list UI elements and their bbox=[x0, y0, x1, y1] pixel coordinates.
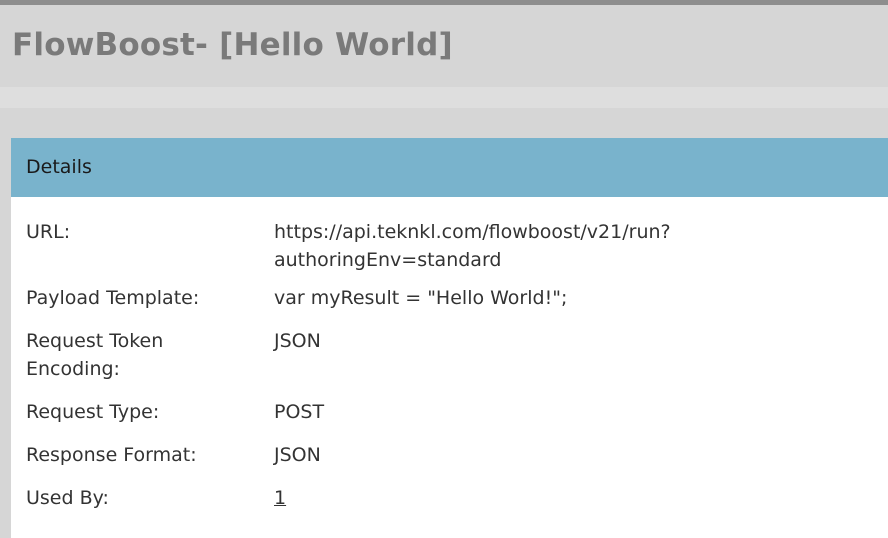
detail-label-request-token-encoding-line2: Encoding: bbox=[26, 358, 120, 380]
detail-value-request-type: POST bbox=[274, 401, 325, 423]
detail-row-response-format: Response Format: JSON bbox=[11, 441, 888, 471]
details-panel-header: Details bbox=[11, 138, 888, 197]
detail-row-url: URL: https://api.teknkl.com/flowboost/v2… bbox=[11, 218, 888, 278]
detail-label-request-type: Request Type: bbox=[26, 401, 160, 423]
detail-value-request-token-encoding: JSON bbox=[274, 330, 321, 352]
detail-value-payload-template: var myResult = "Hello World!"; bbox=[274, 287, 568, 309]
detail-row-used-by: Used By: 1 bbox=[11, 484, 888, 514]
subheader-band bbox=[0, 87, 888, 108]
detail-label-url: URL: bbox=[26, 221, 71, 243]
detail-label-request-token-encoding: Request Token Encoding: bbox=[26, 327, 256, 383]
detail-label-used-by: Used By: bbox=[26, 487, 109, 509]
detail-value-used-by: 1 bbox=[274, 484, 874, 512]
detail-label-payload-template: Payload Template: bbox=[26, 287, 200, 309]
detail-value-url: https://api.teknkl.com/flowboost/v21/run… bbox=[274, 218, 874, 274]
detail-row-request-token-encoding: Request Token Encoding: JSON bbox=[11, 327, 888, 387]
details-panel: Details URL: https://api.teknkl.com/flow… bbox=[11, 138, 888, 538]
detail-row-request-type: Request Type: POST bbox=[11, 398, 888, 428]
used-by-count-link[interactable]: 1 bbox=[274, 487, 286, 509]
page-header: FlowBoost- [Hello World] bbox=[0, 5, 888, 87]
detail-label-request-token-encoding-line1: Request Token bbox=[26, 330, 164, 352]
detail-value-url-line1: https://api.teknkl.com/flowboost/v21/run… bbox=[274, 221, 671, 243]
details-panel-title: Details bbox=[26, 156, 92, 178]
detail-row-payload-template: Payload Template: var myResult = "Hello … bbox=[11, 284, 888, 314]
detail-label-response-format: Response Format: bbox=[26, 444, 197, 466]
page-title: FlowBoost- [Hello World] bbox=[12, 27, 453, 63]
detail-value-url-line2: authoringEnv=standard bbox=[274, 249, 502, 271]
detail-value-response-format: JSON bbox=[274, 444, 321, 466]
